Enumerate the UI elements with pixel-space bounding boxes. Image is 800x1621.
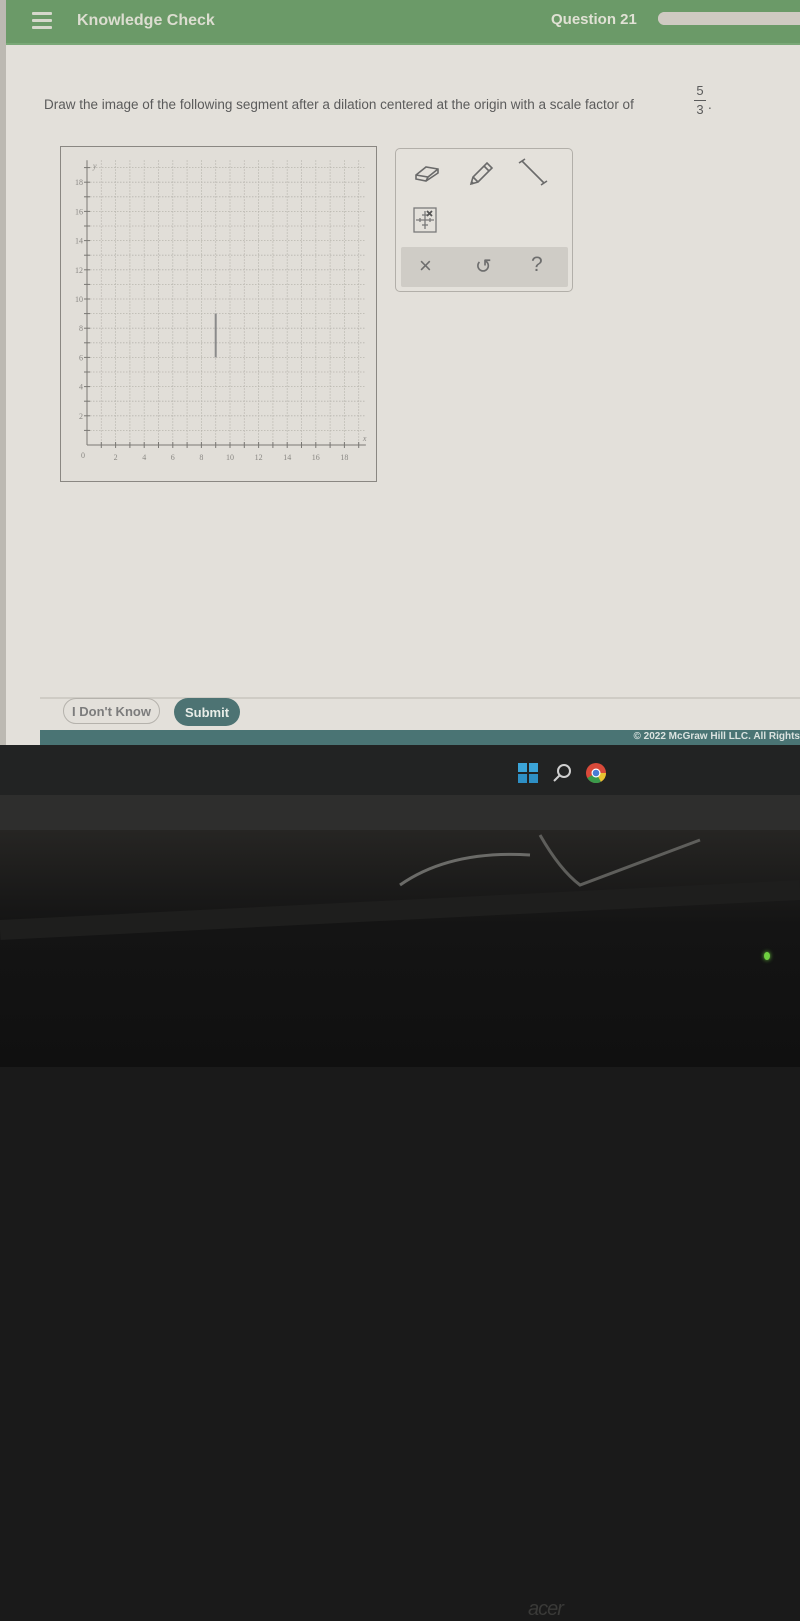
pencil-icon xyxy=(469,161,494,186)
eraser-tool[interactable] xyxy=(412,161,442,190)
taskbar xyxy=(0,745,800,795)
fraction-denominator: 3 xyxy=(696,102,704,117)
monitor-bezel xyxy=(0,0,6,745)
prompt-period: . xyxy=(708,97,712,112)
browser-screen: Knowledge Check Question 21 Draw the ima… xyxy=(0,0,800,745)
fraction-bar xyxy=(694,100,706,101)
origin-label: 0 xyxy=(81,451,85,460)
scale-factor-fraction: 5 3 xyxy=(693,84,707,117)
x-tick-label: 6 xyxy=(171,453,175,462)
close-icon: × xyxy=(419,253,432,278)
chrome-icon[interactable] xyxy=(585,762,607,784)
undo-icon: ↺ xyxy=(475,256,492,278)
menu-icon[interactable] xyxy=(32,12,52,30)
graph-point-icon xyxy=(413,207,437,233)
point-tool[interactable] xyxy=(413,207,437,238)
undo-button[interactable]: ↺ xyxy=(475,254,492,279)
x-tick-label: 12 xyxy=(255,453,263,462)
x-tick-label: 18 xyxy=(340,453,348,462)
y-tick-label: 12 xyxy=(75,266,83,275)
fraction-numerator: 5 xyxy=(696,83,704,98)
x-tick-label: 2 xyxy=(114,453,118,462)
windows-start-icon[interactable] xyxy=(517,762,539,784)
line-segment-icon xyxy=(518,158,548,186)
divider xyxy=(40,697,800,699)
graph-canvas[interactable]: 2 4 6 8 10 12 14 16 18 2 4 6 8 10 12 14 16 18 0 x y xyxy=(60,146,377,482)
drawing-toolbox: × ↺ ? xyxy=(395,148,573,292)
x-tick-label: 4 xyxy=(142,453,146,462)
y-axis-label: y xyxy=(92,161,97,170)
copyright-text: © 2022 McGraw Hill LLC. All Rights xyxy=(633,731,800,742)
action-bar: × ↺ ? xyxy=(401,247,568,287)
progress-fill xyxy=(658,12,800,25)
x-tick-label: 10 xyxy=(226,453,234,462)
pencil-tool[interactable] xyxy=(466,158,496,193)
help-button[interactable]: ? xyxy=(531,253,543,277)
y-tick-label: 2 xyxy=(79,412,83,421)
search-icon[interactable] xyxy=(551,762,573,784)
y-tick-label: 18 xyxy=(75,178,83,187)
app-title: Knowledge Check xyxy=(77,12,215,29)
question-prompt: Draw the image of the following segment … xyxy=(44,97,634,112)
x-axis-label: x xyxy=(362,434,367,443)
segment-tool[interactable] xyxy=(518,157,548,194)
x-tick-label: 8 xyxy=(199,453,203,462)
footer-bar: © 2022 McGraw Hill LLC. All Rights xyxy=(40,730,800,745)
monitor-brand-logo: acer xyxy=(528,1598,564,1620)
eraser-icon xyxy=(415,166,439,182)
progress-bar xyxy=(658,12,800,25)
y-tick-label: 10 xyxy=(75,295,83,304)
coordinate-plane[interactable]: 2 4 6 8 10 12 14 16 18 2 4 6 8 10 12 14 16 18 0 x y xyxy=(61,147,378,483)
monitor-chin: acer xyxy=(0,795,800,1620)
y-tick-label: 4 xyxy=(79,383,83,392)
cables xyxy=(0,834,800,940)
help-icon: ? xyxy=(531,253,543,276)
submit-button[interactable]: Submit xyxy=(174,698,240,726)
app-header: Knowledge Check Question 21 xyxy=(6,0,800,45)
y-tick-label: 6 xyxy=(79,353,83,362)
clear-button[interactable]: × xyxy=(419,253,432,279)
y-tick-label: 8 xyxy=(79,324,83,333)
question-number: Question 21 xyxy=(551,11,637,28)
power-led xyxy=(764,952,770,960)
x-tick-label: 14 xyxy=(283,453,291,462)
y-tick-label: 16 xyxy=(75,207,83,216)
x-tick-label: 16 xyxy=(312,453,320,462)
desk-background xyxy=(0,830,800,1067)
y-tick-label: 14 xyxy=(75,237,83,246)
dont-know-button[interactable]: I Don't Know xyxy=(63,698,160,724)
